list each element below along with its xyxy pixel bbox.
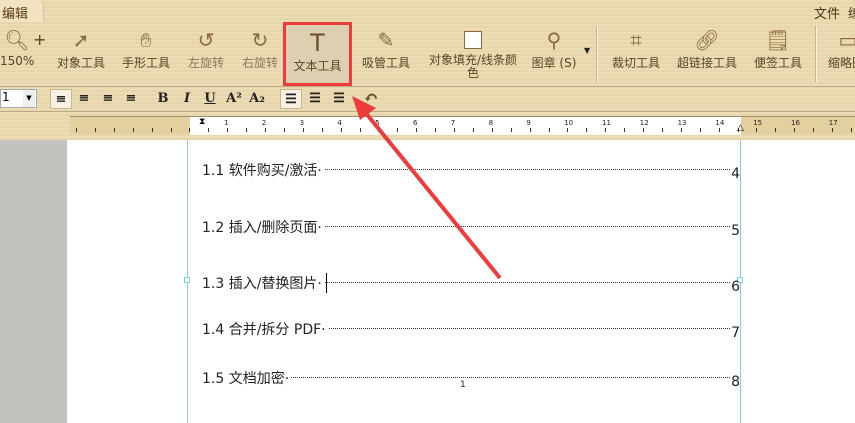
arrow-head-icon [352, 96, 376, 120]
arrow-shaft [363, 110, 502, 280]
annotation-arrow [352, 96, 502, 280]
